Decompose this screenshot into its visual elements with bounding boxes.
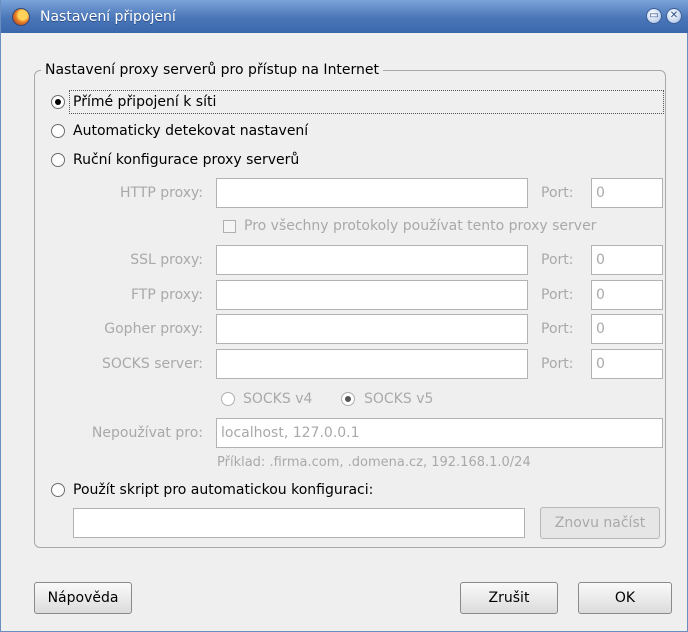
same-proxy-label[interactable]: Pro všechny protokoly používat tento pro… <box>244 217 596 235</box>
socks-v4-label[interactable]: SOCKS v4 <box>243 390 312 408</box>
direct-connection-label[interactable]: Přímé připojení k síti <box>73 93 216 111</box>
cancel-button[interactable]: Zrušit <box>460 582 558 614</box>
manual-proxy-radio[interactable] <box>51 153 65 167</box>
ssl-port-label: Port: <box>541 252 574 268</box>
auto-detect-label[interactable]: Automaticky detekovat nastavení <box>73 122 308 140</box>
http-proxy-label: HTTP proxy: <box>119 185 203 201</box>
pac-radio[interactable] <box>51 483 65 497</box>
http-proxy-input[interactable] <box>216 178 528 208</box>
help-button[interactable]: Nápověda <box>34 582 132 614</box>
socks-v5-label[interactable]: SOCKS v5 <box>364 390 433 408</box>
ssl-proxy-input[interactable] <box>216 245 528 275</box>
ftp-port-label: Port: <box>541 287 574 303</box>
socks-port-label: Port: <box>541 356 574 372</box>
pac-url-input[interactable] <box>73 508 525 538</box>
socks-server-input[interactable] <box>216 349 528 379</box>
http-port-label: Port: <box>541 185 574 201</box>
same-proxy-checkbox[interactable] <box>223 220 236 233</box>
manual-proxy-label[interactable]: Ruční konfigurace proxy serverů <box>73 151 299 169</box>
socks-v4-radio[interactable] <box>221 392 235 406</box>
ssl-port-input[interactable]: 0 <box>591 245 663 275</box>
titlebar: Nastavení připojení ▭ ✕ <box>1 0 688 33</box>
ssl-proxy-label: SSL proxy: <box>130 252 203 268</box>
reload-button[interactable]: Znovu načíst <box>540 507 660 539</box>
no-proxy-input[interactable]: localhost, 127.0.0.1 <box>216 418 663 448</box>
auto-detect-radio[interactable] <box>51 124 65 138</box>
gopher-proxy-label: Gopher proxy: <box>104 321 203 337</box>
minimize-button[interactable]: ▭ <box>646 8 662 24</box>
no-proxy-label: Nepoužívat pro: <box>91 425 203 441</box>
socks-port-input[interactable]: 0 <box>591 349 663 379</box>
socks-v5-radio[interactable] <box>341 392 355 406</box>
close-button[interactable]: ✕ <box>666 8 682 24</box>
gopher-port-input[interactable]: 0 <box>591 314 663 344</box>
firefox-icon <box>12 8 30 26</box>
ok-button[interactable]: OK <box>578 582 672 614</box>
no-proxy-example: Příklad: .firma.com, .domena.cz, 192.168… <box>217 455 531 470</box>
gopher-port-label: Port: <box>541 321 574 337</box>
window-title: Nastavení připojení <box>40 9 176 25</box>
socks-server-label: SOCKS server: <box>102 356 203 372</box>
group-legend: Nastavení proxy serverů pro přístup na I… <box>41 60 384 80</box>
connection-settings-dialog: Nastavení připojení ▭ ✕ Nastavení proxy … <box>0 0 688 632</box>
ftp-port-input[interactable]: 0 <box>591 280 663 310</box>
gopher-proxy-input[interactable] <box>216 314 528 344</box>
ftp-proxy-label: FTP proxy: <box>131 287 203 303</box>
pac-label[interactable]: Použít skript pro automatickou konfigura… <box>73 481 373 499</box>
ftp-proxy-input[interactable] <box>216 280 528 310</box>
http-port-input[interactable]: 0 <box>591 178 663 208</box>
direct-connection-radio[interactable] <box>51 95 65 109</box>
